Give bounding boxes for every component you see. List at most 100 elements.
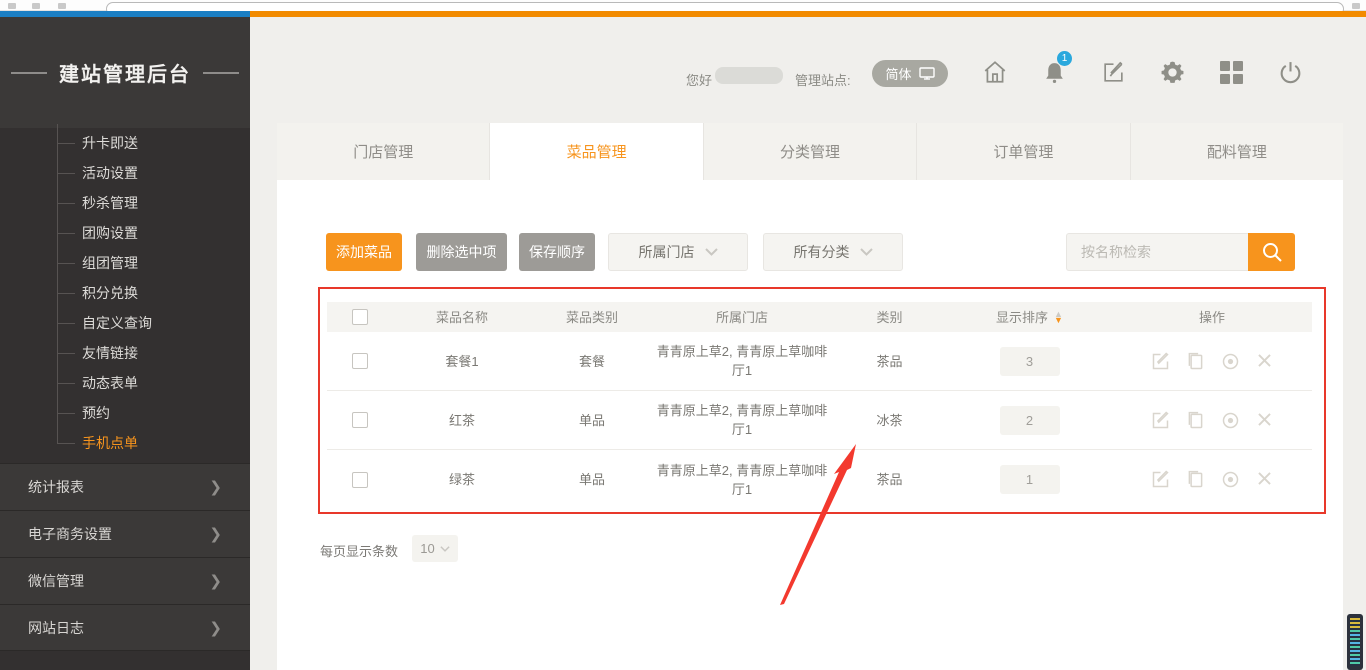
col-sort-order[interactable]: 显示排序 ▲ ▼ bbox=[947, 308, 1112, 327]
dish-store: 青青原上草2, 青青原上草咖啡厅1 bbox=[652, 461, 832, 499]
table-row: 绿茶 单品 青青原上草2, 青青原上草咖啡厅1 茶品 1 bbox=[327, 450, 1312, 509]
dish-store: 青青原上草2, 青青原上草咖啡厅1 bbox=[652, 342, 832, 380]
username-redacted bbox=[715, 67, 783, 84]
dish-name: 红茶 bbox=[392, 411, 532, 430]
gear-icon[interactable] bbox=[1155, 55, 1189, 89]
tab-bar: 门店管理 菜品管理 分类管理 订单管理 配料管理 bbox=[277, 123, 1343, 180]
add-dish-button[interactable]: 添加菜品 bbox=[326, 233, 402, 271]
dish-category: 茶品 bbox=[832, 470, 947, 489]
sidebar-item-points[interactable]: 积分兑换 bbox=[0, 278, 250, 308]
row-checkbox[interactable] bbox=[352, 412, 368, 428]
sidebar-sections: 统计报表 ❯ 电子商务设置 ❯ 微信管理 ❯ 网站日志 ❯ bbox=[0, 463, 250, 651]
browser-menu-icon[interactable] bbox=[1352, 3, 1360, 9]
tab-order-management[interactable]: 订单管理 bbox=[917, 123, 1130, 180]
tab-dish-management[interactable]: 菜品管理 bbox=[490, 123, 703, 180]
sidebar-section-stats[interactable]: 统计报表 ❯ bbox=[0, 463, 250, 510]
sidebar-item-mobile-order[interactable]: 手机点单 bbox=[0, 428, 250, 458]
sort-arrows-icon[interactable]: ▲ ▼ bbox=[1054, 311, 1063, 323]
sort-order-input[interactable]: 2 bbox=[1000, 406, 1060, 435]
view-icon[interactable] bbox=[1220, 410, 1241, 431]
title-dash-left bbox=[11, 72, 47, 74]
edit-icon[interactable] bbox=[1096, 55, 1130, 89]
col-category: 类别 bbox=[832, 308, 947, 327]
apps-grid-icon[interactable] bbox=[1214, 55, 1248, 89]
chevron-right-icon: ❯ bbox=[209, 478, 222, 496]
home-icon[interactable] bbox=[978, 55, 1012, 89]
chevron-right-icon: ❯ bbox=[209, 525, 222, 543]
row-checkbox[interactable] bbox=[352, 353, 368, 369]
dish-category: 冰茶 bbox=[832, 411, 947, 430]
taskbar-mini-widget[interactable] bbox=[1347, 614, 1363, 670]
edit-icon[interactable] bbox=[1150, 351, 1171, 372]
sidebar-item-booking[interactable]: 预约 bbox=[0, 398, 250, 428]
copy-icon[interactable] bbox=[1185, 469, 1206, 490]
sidebar-item-groupbuy[interactable]: 团购设置 bbox=[0, 218, 250, 248]
select-all-checkbox[interactable] bbox=[352, 309, 368, 325]
store-filter-dropdown[interactable]: 所属门店 bbox=[608, 233, 748, 271]
sidebar-submenu: 升卡即送 活动设置 秒杀管理 团购设置 组团管理 积分兑换 自定义查询 友情链接… bbox=[0, 128, 250, 458]
bell-icon[interactable]: 1 bbox=[1037, 55, 1071, 89]
sort-order-input[interactable]: 1 bbox=[1000, 465, 1060, 494]
edit-icon[interactable] bbox=[1150, 469, 1171, 490]
sort-order-input[interactable]: 3 bbox=[1000, 347, 1060, 376]
sidebar-item-seckill[interactable]: 秒杀管理 bbox=[0, 188, 250, 218]
dish-type: 套餐 bbox=[532, 352, 652, 371]
mini-widget-stripes bbox=[1350, 618, 1360, 666]
sidebar-item-card-gift[interactable]: 升卡即送 bbox=[0, 128, 250, 158]
edit-icon[interactable] bbox=[1150, 410, 1171, 431]
sidebar-section-wechat[interactable]: 微信管理 ❯ bbox=[0, 557, 250, 604]
sidebar-title-block: 建站管理后台 bbox=[0, 17, 250, 128]
delete-icon[interactable] bbox=[1255, 351, 1274, 370]
delete-selected-button[interactable]: 删除选中项 bbox=[416, 233, 507, 271]
category-filter-dropdown[interactable]: 所有分类 bbox=[763, 233, 903, 271]
chevron-right-icon: ❯ bbox=[209, 619, 222, 637]
page-size-select[interactable]: 10 bbox=[412, 535, 458, 562]
sidebar-item-custom-query[interactable]: 自定义查询 bbox=[0, 308, 250, 338]
copy-icon[interactable] bbox=[1185, 410, 1206, 431]
dish-type: 单品 bbox=[532, 411, 652, 430]
save-order-button[interactable]: 保存顺序 bbox=[519, 233, 595, 271]
sidebar-item-team[interactable]: 组团管理 bbox=[0, 248, 250, 278]
delete-icon[interactable] bbox=[1255, 410, 1274, 429]
language-pill[interactable]: 简体 bbox=[872, 60, 948, 87]
sidebar-section-sitelog[interactable]: 网站日志 ❯ bbox=[0, 604, 250, 651]
col-store: 所属门店 bbox=[652, 308, 832, 327]
search-input[interactable] bbox=[1066, 233, 1248, 271]
chevron-down-icon bbox=[860, 248, 873, 256]
browser-chrome bbox=[0, 0, 1366, 11]
greeting-text: 您好 bbox=[686, 70, 712, 89]
tab-ingredient-management[interactable]: 配料管理 bbox=[1131, 123, 1343, 180]
tab-store-management[interactable]: 门店管理 bbox=[277, 123, 490, 180]
dish-name: 绿茶 bbox=[392, 470, 532, 489]
tab-category-management[interactable]: 分类管理 bbox=[704, 123, 917, 180]
table-row: 红茶 单品 青青原上草2, 青青原上草咖啡厅1 冰茶 2 bbox=[327, 391, 1312, 450]
dish-type: 单品 bbox=[532, 470, 652, 489]
row-checkbox[interactable] bbox=[352, 472, 368, 488]
copy-icon[interactable] bbox=[1185, 351, 1206, 372]
dish-category: 茶品 bbox=[832, 352, 947, 371]
search-icon bbox=[1261, 241, 1283, 263]
sidebar-item-links[interactable]: 友情链接 bbox=[0, 338, 250, 368]
browser-forward-icon[interactable] bbox=[32, 3, 40, 9]
sidebar-item-activity[interactable]: 活动设置 bbox=[0, 158, 250, 188]
browser-back-icon[interactable] bbox=[8, 3, 16, 9]
sidebar-section-ecommerce[interactable]: 电子商务设置 ❯ bbox=[0, 510, 250, 557]
dish-table: 菜品名称 菜品类别 所属门店 类别 显示排序 ▲ ▼ 操作 套餐1 套餐 青青原… bbox=[327, 302, 1312, 509]
sidebar: 建站管理后台 升卡即送 活动设置 秒杀管理 团购设置 组团管理 积分兑换 自定义… bbox=[0, 17, 250, 670]
view-icon[interactable] bbox=[1220, 351, 1241, 372]
col-dish-name: 菜品名称 bbox=[392, 308, 532, 327]
browser-refresh-icon[interactable] bbox=[58, 3, 66, 9]
sidebar-item-dynamic-form[interactable]: 动态表单 bbox=[0, 368, 250, 398]
dish-name: 套餐1 bbox=[392, 352, 532, 371]
col-dish-type: 菜品类别 bbox=[532, 308, 652, 327]
site-label: 管理站点: bbox=[795, 70, 851, 89]
table-header-row: 菜品名称 菜品类别 所属门店 类别 显示排序 ▲ ▼ 操作 bbox=[327, 302, 1312, 332]
power-icon[interactable] bbox=[1273, 55, 1307, 89]
delete-icon[interactable] bbox=[1255, 469, 1274, 488]
chevron-down-icon bbox=[705, 248, 718, 256]
view-icon[interactable] bbox=[1220, 469, 1241, 490]
top-header: 您好 管理站点: 简体 1 bbox=[250, 17, 1366, 123]
page-size-label: 每页显示条数 bbox=[320, 541, 398, 560]
notification-badge: 1 bbox=[1057, 51, 1072, 66]
search-button[interactable] bbox=[1248, 233, 1295, 271]
